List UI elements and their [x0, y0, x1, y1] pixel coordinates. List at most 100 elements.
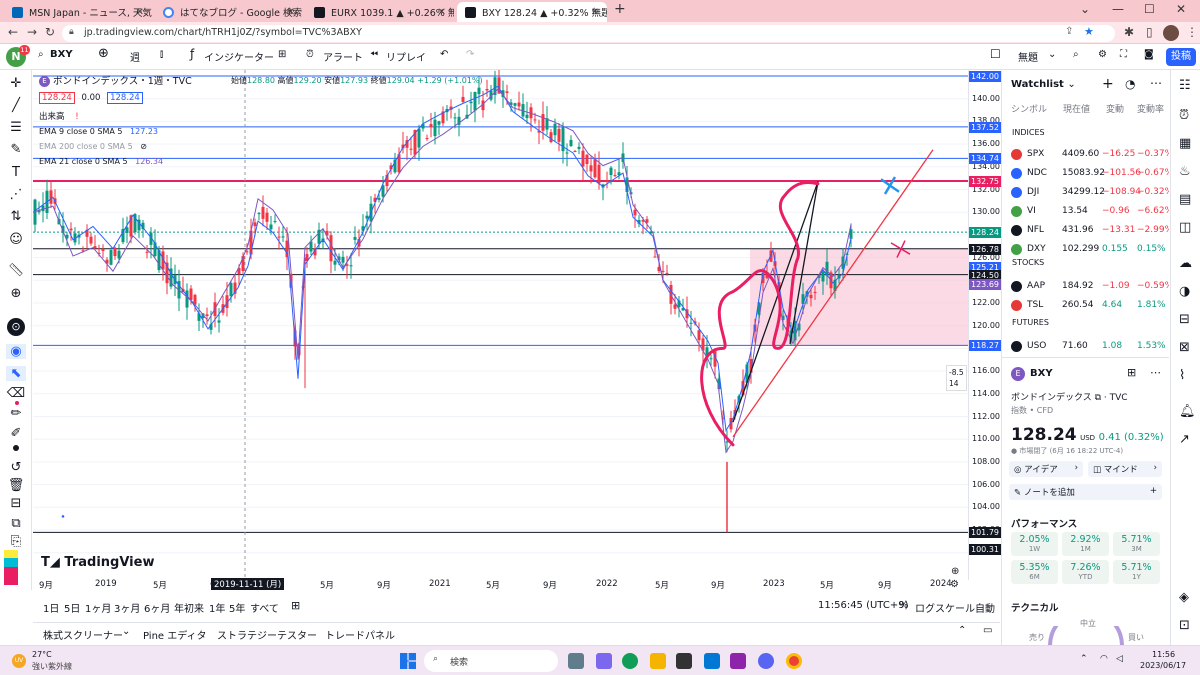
- browser-tab-bxy[interactable]: BXY 128.24 ▲ +0.32% 無題 ✕: [457, 2, 607, 22]
- weather-icon[interactable]: UV: [12, 654, 26, 668]
- replay-button[interactable]: リプレイ: [386, 49, 426, 64]
- layers-icon[interactable]: ◈: [1179, 590, 1189, 605]
- chart-pane[interactable]: E ボンドインデックス・1週・TVC 始値128.80 高値129.20 安値1…: [33, 70, 968, 580]
- back-icon[interactable]: ←: [8, 25, 18, 39]
- share-icon[interactable]: ⇪: [1065, 26, 1073, 37]
- new-tab-icon[interactable]: +: [614, 1, 626, 17]
- mail-icon[interactable]: [704, 653, 720, 669]
- fullscreen-icon[interactable]: ⛶: [1120, 49, 1127, 60]
- watchlist-row[interactable]: SPX 4409.60−16.25−0.37%: [1002, 146, 1169, 164]
- price-level-tag[interactable]: 118.27: [969, 340, 1001, 352]
- color-swatch-yellow[interactable]: [4, 550, 18, 558]
- sidepanel-icon[interactable]: ▯: [1146, 25, 1153, 39]
- weather-text[interactable]: 強い紫外線: [32, 661, 72, 672]
- watchlist-row[interactable]: USO 71.60 1.08 1.53%: [1002, 338, 1169, 356]
- details-symbol[interactable]: BXY: [1030, 368, 1053, 379]
- replay-icon[interactable]: ⏪︎: [370, 49, 378, 60]
- tradingview-logo[interactable]: 𝗧◢ TradingView: [41, 555, 154, 570]
- watchlist-row[interactable]: VI 13.54 −0.96 −6.62%: [1002, 203, 1169, 221]
- maximize-icon[interactable]: ☐: [1144, 2, 1155, 16]
- news-icon[interactable]: ◫: [1179, 220, 1191, 235]
- watchlist-row[interactable]: AAP 184.92 −1.09 −0.59%: [1002, 278, 1169, 296]
- ideas-stream-icon[interactable]: ◑: [1179, 284, 1190, 299]
- prediction-icon[interactable]: ⇅: [6, 209, 26, 224]
- browser-menu-icon[interactable]: ⋮: [1186, 25, 1198, 39]
- hotlist-icon[interactable]: ♨: [1179, 164, 1191, 179]
- auto-scale-toggle[interactable]: 自動: [975, 600, 995, 615]
- price-chart-svg[interactable]: [33, 70, 968, 580]
- highlighter-icon[interactable]: ✐: [6, 426, 26, 441]
- close-icon[interactable]: ✕: [287, 7, 295, 18]
- pulse-icon[interactable]: ⌇: [1179, 368, 1185, 383]
- taskview-icon[interactable]: [568, 653, 584, 669]
- text-icon[interactable]: T: [6, 165, 26, 180]
- range-ytd[interactable]: 年初来: [174, 600, 204, 615]
- calendar-icon[interactable]: ▤: [1179, 192, 1191, 207]
- eye-icon[interactable]: ◉: [6, 344, 26, 359]
- watchlist-section-header[interactable]: INDICES: [1012, 128, 1045, 137]
- pen-icon[interactable]: ✏: [6, 406, 26, 421]
- quick-search-icon[interactable]: ⌕: [1073, 49, 1079, 60]
- bar-style-icon[interactable]: ⫾: [160, 49, 163, 60]
- watchlist-row[interactable]: NFL 431.96 −13.31−2.99%: [1002, 222, 1169, 240]
- scripts-icon[interactable]: ⊟: [1179, 312, 1190, 327]
- price-axis[interactable]: 142.00140.00138.00136.00134.00132.00130.…: [968, 70, 1001, 580]
- eye-hidden-icon[interactable]: ⊘: [140, 142, 147, 151]
- column-symbol[interactable]: シンボル: [1011, 102, 1047, 115]
- url-field[interactable]: 🔒︎ jp.tradingview.com/chart/hTRH1j0Z/?sy…: [62, 25, 1115, 42]
- taskbar-search[interactable]: ⌕ 検索: [424, 650, 558, 672]
- price-level-tag[interactable]: 101.79: [969, 527, 1001, 539]
- indicator-ema21[interactable]: EMA 21 close 0 SMA 5 126.34: [39, 157, 163, 166]
- lock-drawing-icon[interactable]: ⊟: [6, 496, 26, 511]
- tray-chevron-icon[interactable]: ⌃: [1080, 654, 1088, 664]
- grid-icon[interactable]: ⊞: [1127, 366, 1136, 379]
- tab-trade-panel[interactable]: トレードパネル: [325, 627, 395, 642]
- price-level-tag[interactable]: 132.75: [969, 175, 1001, 187]
- time-axis[interactable]: 9月20195月9月5月9月20215月9月20225月9月20235月9月20…: [33, 578, 968, 592]
- range-6m[interactable]: 6ヶ月: [144, 600, 170, 615]
- calculator-icon[interactable]: ⊠: [1179, 340, 1190, 355]
- date-range-icon[interactable]: ⊞: [291, 599, 300, 612]
- range-1y[interactable]: 1年: [209, 600, 225, 615]
- price-level-tag[interactable]: 134.74: [969, 153, 1001, 165]
- brush-icon[interactable]: ✎: [6, 142, 26, 157]
- undo-icon[interactable]: ↶: [440, 49, 448, 60]
- external-link-icon[interactable]: ⧉: [1095, 393, 1101, 403]
- tab-screener[interactable]: 株式スクリーナー: [43, 627, 123, 642]
- watchlist-row[interactable]: DJI 34299.12−108.94−0.32%: [1002, 184, 1169, 202]
- notifications-icon[interactable]: 🔔︎: [1179, 404, 1196, 419]
- brush-size-dot[interactable]: [13, 445, 19, 451]
- range-all[interactable]: すべて: [250, 600, 279, 615]
- edge-icon[interactable]: [622, 653, 638, 669]
- undo-draw-icon[interactable]: ↺: [6, 460, 26, 475]
- range-5d[interactable]: 5日: [64, 600, 80, 615]
- discord-icon[interactable]: [758, 653, 774, 669]
- reload-icon[interactable]: ↻: [45, 25, 55, 39]
- add-symbol-icon[interactable]: +: [1102, 76, 1114, 92]
- indicator-ema9[interactable]: EMA 9 close 0 SMA 5 127.23: [39, 127, 158, 136]
- store-icon[interactable]: [676, 653, 692, 669]
- data-window-icon[interactable]: ▦: [1179, 136, 1191, 151]
- watchlist-section-header[interactable]: FUTURES: [1012, 318, 1049, 327]
- more-icon[interactable]: ⋯: [1150, 76, 1162, 90]
- range-5y[interactable]: 5年: [229, 600, 245, 615]
- range-3m[interactable]: 3ヶ月: [114, 600, 140, 615]
- alerts-icon[interactable]: ⏰︎: [1179, 108, 1189, 123]
- magnet-icon[interactable]: ⊙: [7, 318, 25, 336]
- browser-tab-google[interactable]: はてなブログ - Google 検索 ✕: [155, 2, 303, 22]
- help-icon[interactable]: ⊡: [1179, 618, 1190, 633]
- browser-tab-msn[interactable]: MSN Japan - ニュース, 天気, メール ✕: [4, 2, 152, 22]
- column-change[interactable]: 変動: [1106, 102, 1124, 115]
- price-level-tag[interactable]: 123.69: [969, 278, 1001, 290]
- ruler-icon[interactable]: 📏︎: [6, 263, 26, 278]
- clock-time[interactable]: 11:56: [1152, 650, 1175, 659]
- symbol-search-icon[interactable]: ⌕: [38, 49, 44, 60]
- volume-icon[interactable]: ◁: [1116, 654, 1123, 664]
- weather-temp[interactable]: 27°C: [32, 650, 52, 659]
- alert-button[interactable]: アラート: [323, 49, 363, 64]
- app-icon[interactable]: [730, 653, 746, 669]
- close-icon[interactable]: ✕: [136, 7, 144, 18]
- interval-button[interactable]: 週: [130, 49, 140, 64]
- minimize-icon[interactable]: —: [1112, 2, 1124, 16]
- camera-icon[interactable]: ◙: [1144, 49, 1154, 60]
